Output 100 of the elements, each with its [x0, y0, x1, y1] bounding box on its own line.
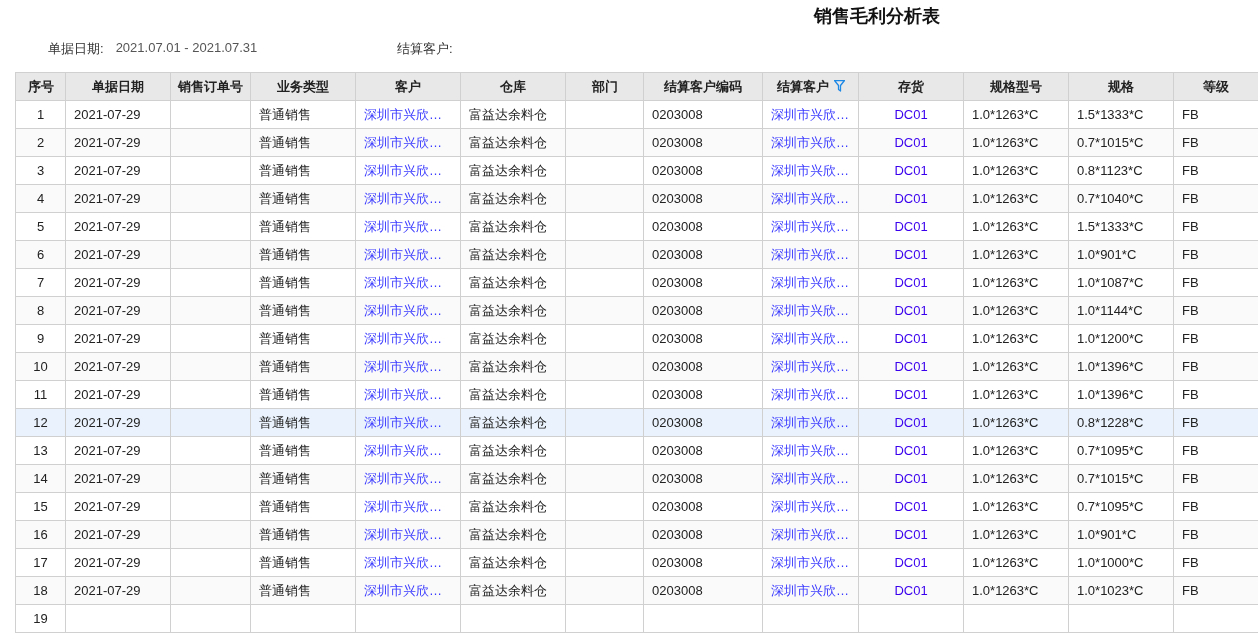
- table-cell: 0.7*1095*C: [1068, 436, 1174, 465]
- table-cell: 富益达余料仓: [460, 576, 566, 605]
- table-cell: 0203008: [643, 240, 763, 269]
- table-cell: 2021-07-29: [65, 212, 171, 241]
- table-cell: 10: [15, 352, 66, 381]
- filter-icon[interactable]: [833, 79, 845, 92]
- link-cell[interactable]: 深圳市兴欣…: [355, 352, 461, 381]
- filter-label: 结算客户:: [397, 40, 453, 58]
- table-cell: 富益达余料仓: [460, 184, 566, 213]
- table-cell: 0203008: [643, 100, 763, 129]
- column-header[interactable]: 单据日期: [65, 72, 171, 101]
- table-cell: 2021-07-29: [65, 380, 171, 409]
- link-cell[interactable]: 深圳市兴欣…: [355, 464, 461, 493]
- link-cell[interactable]: 深圳市兴欣…: [762, 324, 859, 353]
- table-cell: 普通销售: [250, 380, 356, 409]
- link-cell[interactable]: 深圳市兴欣…: [762, 576, 859, 605]
- table-cell: DC01: [858, 548, 964, 577]
- link-cell[interactable]: 深圳市兴欣…: [355, 324, 461, 353]
- table-cell: 19: [15, 604, 66, 633]
- link-cell[interactable]: 深圳市兴欣…: [762, 436, 859, 465]
- table-cell: 1.5*1333*C: [1068, 212, 1174, 241]
- table-cell: 0.7*1095*C: [1068, 492, 1174, 521]
- link-cell[interactable]: 深圳市兴欣…: [762, 296, 859, 325]
- column-header[interactable]: 规格: [1068, 72, 1174, 101]
- table-cell: 13: [15, 436, 66, 465]
- filter-label: 单据日期:: [48, 40, 104, 58]
- link-cell[interactable]: 深圳市兴欣…: [355, 268, 461, 297]
- link-cell[interactable]: 深圳市兴欣…: [762, 100, 859, 129]
- link-cell[interactable]: 深圳市兴欣…: [355, 128, 461, 157]
- link-cell[interactable]: 深圳市兴欣…: [355, 492, 461, 521]
- table-cell: DC01: [858, 576, 964, 605]
- link-cell[interactable]: 深圳市兴欣…: [355, 520, 461, 549]
- link-cell[interactable]: 深圳市兴欣…: [355, 380, 461, 409]
- table-cell: 1.0*1263*C: [963, 268, 1069, 297]
- table-cell: 富益达余料仓: [460, 268, 566, 297]
- table-cell: 1.0*1263*C: [963, 464, 1069, 493]
- column-header[interactable]: 结算客户编码: [643, 72, 763, 101]
- link-cell[interactable]: 深圳市兴欣…: [762, 408, 859, 437]
- link-cell[interactable]: 深圳市兴欣…: [762, 184, 859, 213]
- table-cell: 富益达余料仓: [460, 100, 566, 129]
- table-cell: 普通销售: [250, 212, 356, 241]
- table-cell: 2021-07-29: [65, 520, 171, 549]
- column-header[interactable]: 销售订单号: [170, 72, 251, 101]
- table-cell: 1.0*1087*C: [1068, 268, 1174, 297]
- table-cell: DC01: [858, 380, 964, 409]
- link-cell[interactable]: 深圳市兴欣…: [355, 408, 461, 437]
- table-cell: 11: [15, 380, 66, 409]
- column-header[interactable]: 存货: [858, 72, 964, 101]
- link-cell[interactable]: 深圳市兴欣…: [355, 100, 461, 129]
- link-cell[interactable]: 深圳市兴欣…: [355, 240, 461, 269]
- link-cell[interactable]: 深圳市兴欣…: [355, 548, 461, 577]
- link-cell[interactable]: 深圳市兴欣…: [762, 128, 859, 157]
- link-cell[interactable]: 深圳市兴欣…: [355, 212, 461, 241]
- link-cell[interactable]: 深圳市兴欣…: [355, 436, 461, 465]
- table-cell: 6: [15, 240, 66, 269]
- table-cell: 普通销售: [250, 184, 356, 213]
- column-header[interactable]: 仓库: [460, 72, 566, 101]
- table-cell: 1.0*1396*C: [1068, 380, 1174, 409]
- table-cell: 普通销售: [250, 268, 356, 297]
- table-cell: 富益达余料仓: [460, 548, 566, 577]
- column-header[interactable]: 结算客户: [762, 72, 859, 101]
- table-cell: 0203008: [643, 548, 763, 577]
- link-cell[interactable]: 深圳市兴欣…: [355, 576, 461, 605]
- column-header[interactable]: 业务类型: [250, 72, 356, 101]
- link-cell[interactable]: 深圳市兴欣…: [355, 184, 461, 213]
- table-cell: 1.0*1263*C: [963, 128, 1069, 157]
- link-cell[interactable]: 深圳市兴欣…: [355, 296, 461, 325]
- table-cell: 1.0*1263*C: [963, 576, 1069, 605]
- table-cell: 富益达余料仓: [460, 492, 566, 521]
- link-cell[interactable]: 深圳市兴欣…: [762, 380, 859, 409]
- table-cell: 普通销售: [250, 240, 356, 269]
- table-cell: 4: [15, 184, 66, 213]
- link-cell[interactable]: 深圳市兴欣…: [762, 240, 859, 269]
- table-cell: DC01: [858, 324, 964, 353]
- table-cell: 1.0*901*C: [1068, 520, 1174, 549]
- column-header[interactable]: 客户: [355, 72, 461, 101]
- link-cell[interactable]: 深圳市兴欣…: [355, 156, 461, 185]
- table-cell: 普通销售: [250, 324, 356, 353]
- link-cell[interactable]: 深圳市兴欣…: [762, 352, 859, 381]
- table-cell: 5: [15, 212, 66, 241]
- table-cell: 8: [15, 296, 66, 325]
- link-cell[interactable]: 深圳市兴欣…: [762, 492, 859, 521]
- table-cell: 普通销售: [250, 128, 356, 157]
- table-cell: 富益达余料仓: [460, 212, 566, 241]
- table-cell: 0203008: [643, 156, 763, 185]
- link-cell[interactable]: 深圳市兴欣…: [762, 212, 859, 241]
- link-cell[interactable]: 深圳市兴欣…: [762, 156, 859, 185]
- link-cell[interactable]: 深圳市兴欣…: [762, 268, 859, 297]
- table-cell: 2021-07-29: [65, 324, 171, 353]
- table-cell: 2021-07-29: [65, 464, 171, 493]
- link-cell[interactable]: 深圳市兴欣…: [762, 520, 859, 549]
- table-cell: 富益达余料仓: [460, 464, 566, 493]
- column-header[interactable]: 等级: [1173, 72, 1258, 101]
- column-header[interactable]: 部门: [565, 72, 644, 101]
- table-cell: 18: [15, 576, 66, 605]
- column-header[interactable]: 规格型号: [963, 72, 1069, 101]
- link-cell[interactable]: 深圳市兴欣…: [762, 548, 859, 577]
- link-cell[interactable]: 深圳市兴欣…: [762, 464, 859, 493]
- column-header[interactable]: 序号: [15, 72, 66, 101]
- table-cell: 富益达余料仓: [460, 352, 566, 381]
